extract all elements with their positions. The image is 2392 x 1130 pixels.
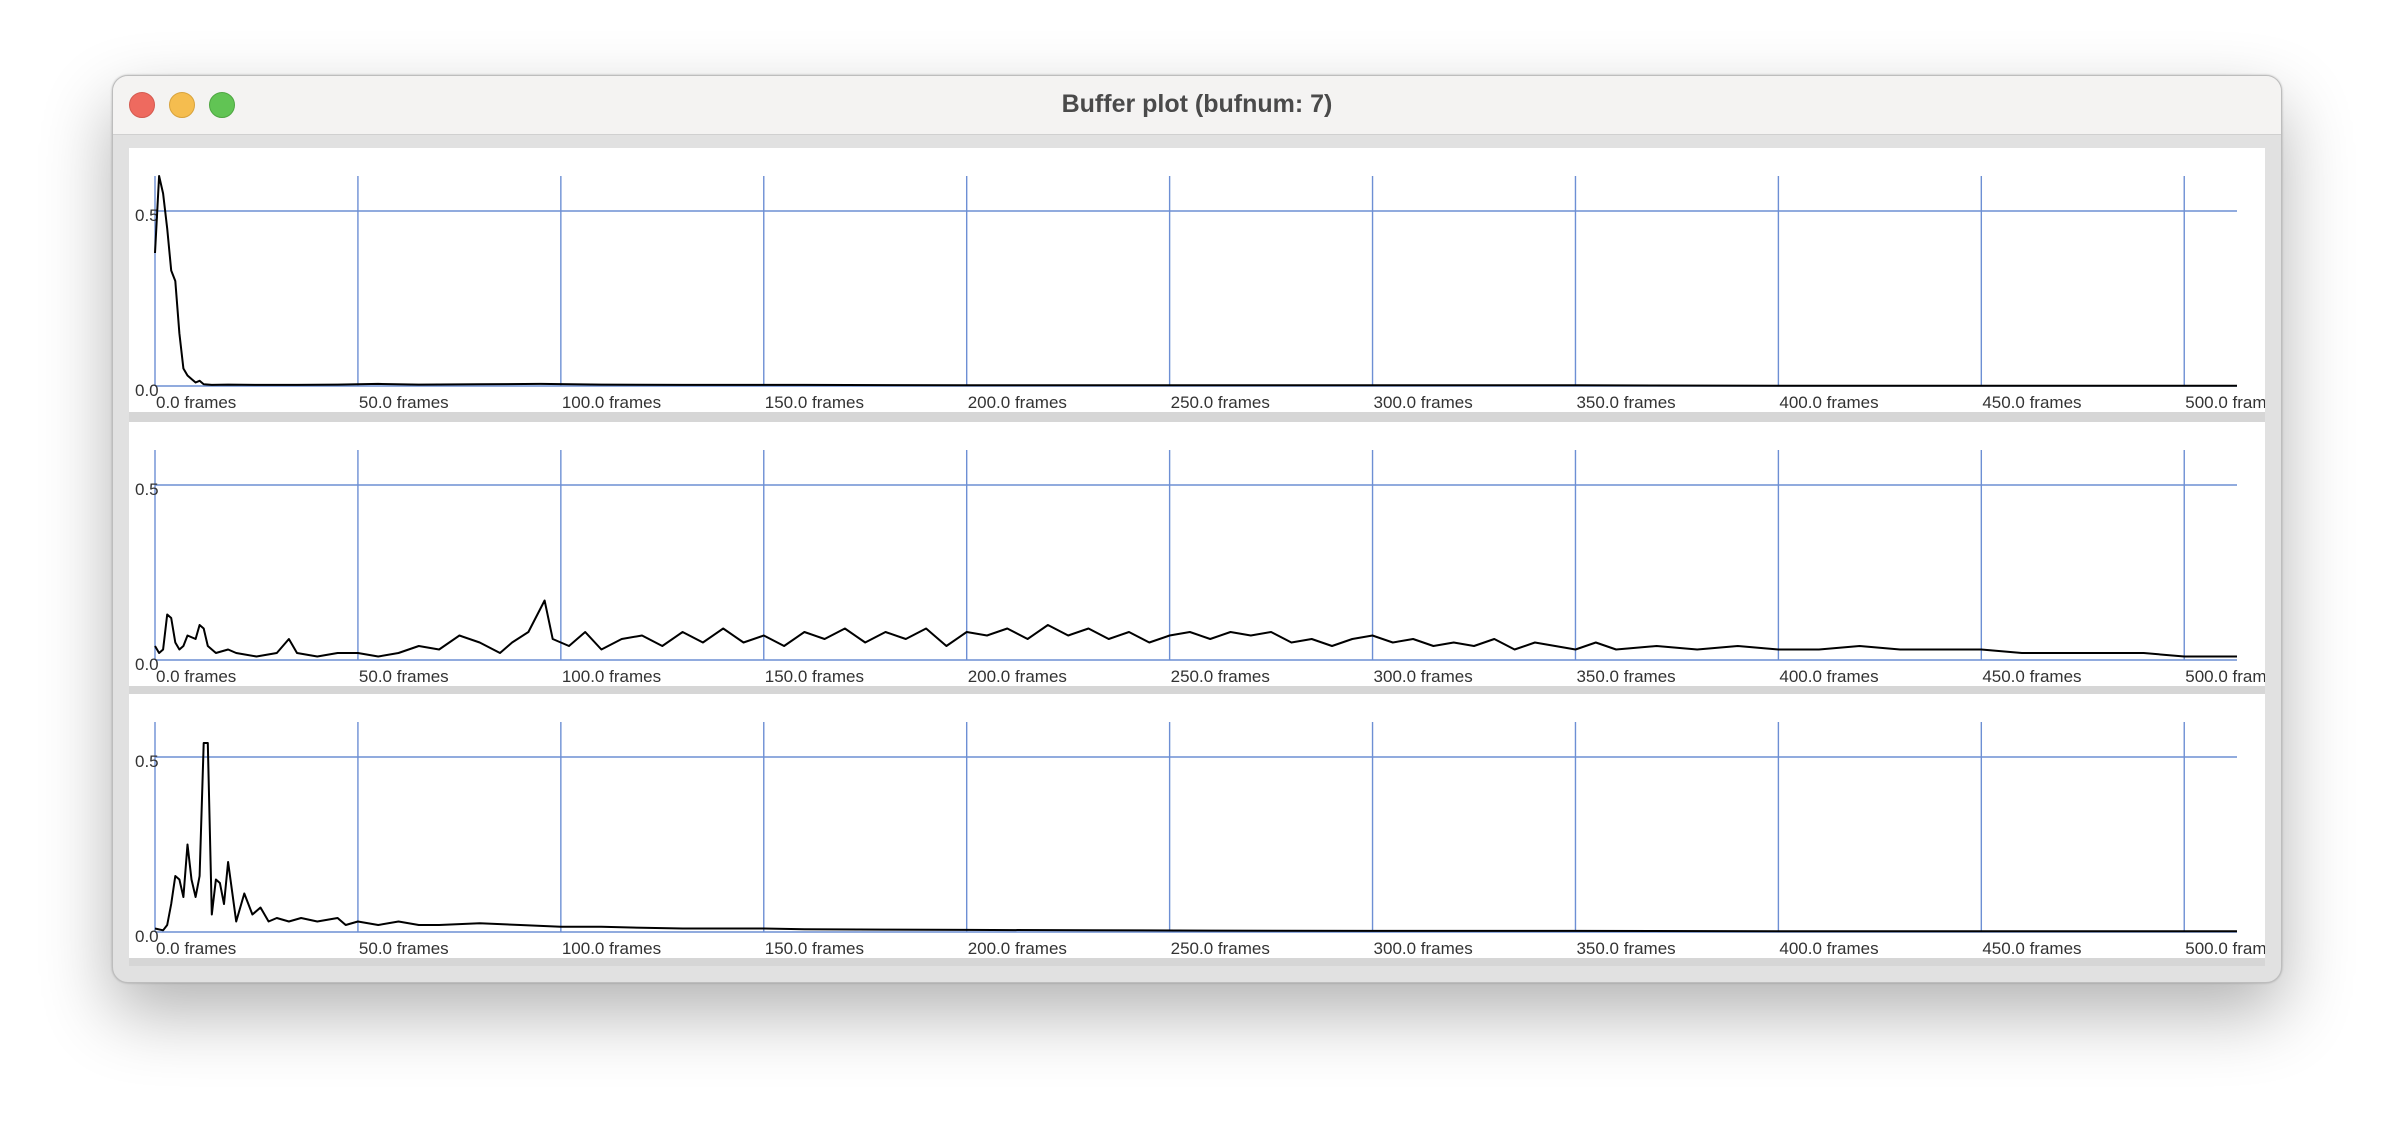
x-tick-label: 400.0 frames [1779, 393, 1878, 412]
channel-trace [154, 742, 2237, 933]
x-tick-label: 300.0 frames [1374, 393, 1473, 412]
x-tick-label: 400.0 frames [1779, 667, 1878, 686]
x-tick-label: 350.0 frames [1576, 393, 1675, 412]
title-bar: Buffer plot (bufnum: 7) [113, 76, 2281, 135]
plot-area: 0.0 frames 50.0 frames 100.0 frames 150.0 f… [129, 148, 2265, 966]
x-tick-label: 400.0 frames [1779, 939, 1878, 958]
x-tick-label: 150.0 frames [765, 667, 864, 686]
x-tick-label: 200.0 frames [968, 667, 1067, 686]
channel-plot-1: 0.0 frames 50.0 frames 100.0 frames 150.0 f… [129, 422, 2265, 686]
x-tick-label: 0.0 frames [156, 939, 236, 958]
y-tick-label: 0.0 [135, 655, 159, 674]
x-tick-label: 0.0 frames [156, 667, 236, 686]
x-tick-label: 450.0 frames [1982, 393, 2081, 412]
channel-plot-0: 0.0 frames 50.0 frames 100.0 frames 150.0 f… [129, 148, 2265, 412]
y-tick-label: 0.0 [135, 381, 159, 400]
x-tick-label: 200.0 frames [968, 939, 1067, 958]
y-tick-label: 0.5 [135, 752, 159, 771]
channel-plot-2-svg: 0.0 frames 50.0 frames 100.0 frames 150.0 f… [135, 722, 2265, 958]
y-tick-label: 0.0 [135, 927, 159, 946]
x-tick-label: 450.0 frames [1982, 939, 2081, 958]
y-tick-label: 0.5 [135, 206, 159, 225]
x-tick-label: 100.0 frames [562, 393, 661, 412]
x-tick-label: 100.0 frames [562, 667, 661, 686]
y-tick-label: 0.5 [135, 480, 159, 499]
x-tick-label: 50.0 frames [359, 939, 449, 958]
x-tick-label: 500.0 frames [2185, 393, 2265, 412]
x-tick-label: 0.0 frames [156, 393, 236, 412]
x-tick-label: 150.0 frames [765, 939, 864, 958]
x-tick-label: 150.0 frames [765, 393, 864, 412]
x-tick-label: 250.0 frames [1171, 939, 1270, 958]
x-tick-label: 350.0 frames [1576, 667, 1675, 686]
buffer-plot-window: Buffer plot (bufnum: 7) 0.0 frames 50.0 f… [112, 75, 2282, 983]
x-tick-label: 250.0 frames [1171, 667, 1270, 686]
x-tick-label: 100.0 frames [562, 939, 661, 958]
x-tick-label: 200.0 frames [968, 393, 1067, 412]
window-title: Buffer plot (bufnum: 7) [1061, 90, 1333, 118]
x-tick-label: 300.0 frames [1374, 939, 1473, 958]
x-tick-label: 350.0 frames [1576, 939, 1675, 958]
channel-trace [154, 599, 2237, 658]
x-tick-label: 250.0 frames [1171, 393, 1270, 412]
x-tick-label: 50.0 frames [359, 393, 449, 412]
x-tick-label: 500.0 frames [2185, 667, 2265, 686]
channel-plot-0-svg: 0.0 frames 50.0 frames 100.0 frames 150.0 f… [135, 175, 2265, 412]
x-tick-label: 450.0 frames [1982, 667, 2081, 686]
x-tick-label: 500.0 frames [2185, 939, 2265, 958]
channel-trace [154, 175, 2237, 387]
channel-plot-1-svg: 0.0 frames 50.0 frames 100.0 frames 150.0 f… [135, 450, 2265, 686]
x-tick-label: 50.0 frames [359, 667, 449, 686]
x-tick-label: 300.0 frames [1374, 667, 1473, 686]
channel-plot-2: 0.0 frames 50.0 frames 100.0 frames 150.0 f… [129, 694, 2265, 958]
